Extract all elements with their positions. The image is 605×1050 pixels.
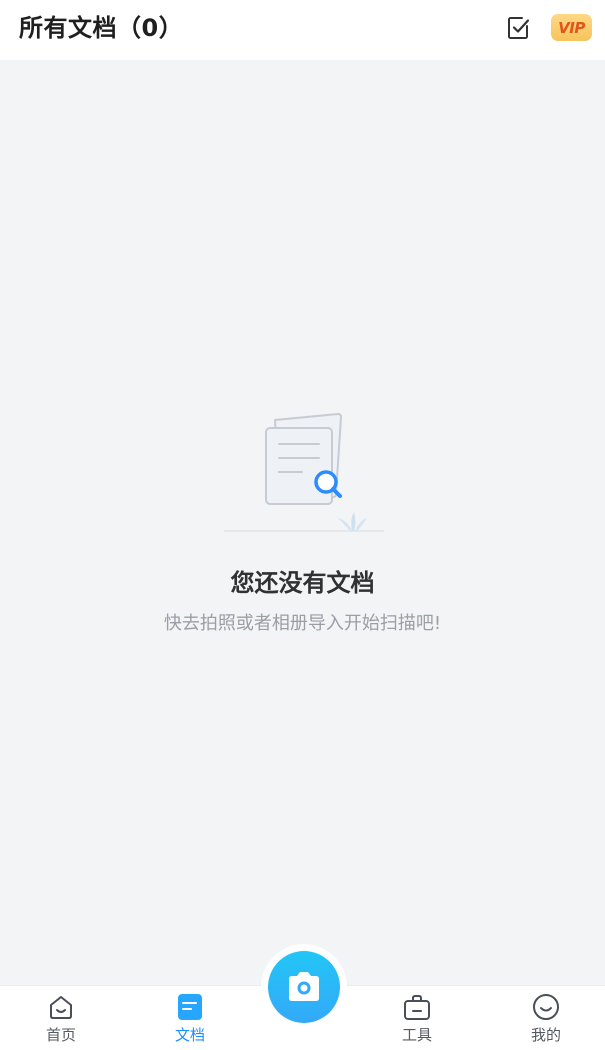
- nav-label-home: 首页: [45, 1026, 76, 1044]
- nav-item-tools[interactable]: 工具: [377, 992, 457, 1050]
- home-icon: [50, 996, 72, 1019]
- page-title: 所有文档（0）: [19, 14, 184, 42]
- camera-button[interactable]: [268, 951, 340, 1023]
- nav-label-documents: 文档: [174, 1026, 205, 1044]
- top-bar: 所有文档（0） VIP: [0, 0, 605, 60]
- vip-button[interactable]: VIP: [551, 14, 592, 41]
- nav-label-profile: 我的: [530, 1026, 561, 1044]
- camera-button-ring: [261, 944, 347, 1030]
- select-button[interactable]: [503, 12, 535, 44]
- document-search-illustration: [224, 413, 384, 532]
- nav-label-tools: 工具: [401, 1026, 432, 1044]
- app-screen: 所有文档（0） VIP 您还没有文档 快去拍照或者相册导入开始扫描吧! 首页 文…: [0, 0, 605, 1050]
- vip-label: VIP: [558, 18, 585, 37]
- nav-item-profile[interactable]: 我的: [506, 992, 586, 1050]
- toolbox-icon: [404, 995, 430, 1020]
- empty-title: 您还没有文档: [230, 569, 375, 597]
- profile-icon: [533, 994, 559, 1020]
- nav-item-documents[interactable]: 文档: [150, 992, 230, 1050]
- checkbox-select-icon: [508, 17, 530, 39]
- nav-item-home[interactable]: 首页: [21, 992, 101, 1050]
- empty-subtitle: 快去拍照或者相册导入开始扫描吧!: [163, 613, 442, 634]
- camera-icon: [289, 972, 319, 1001]
- document-icon: [178, 994, 202, 1020]
